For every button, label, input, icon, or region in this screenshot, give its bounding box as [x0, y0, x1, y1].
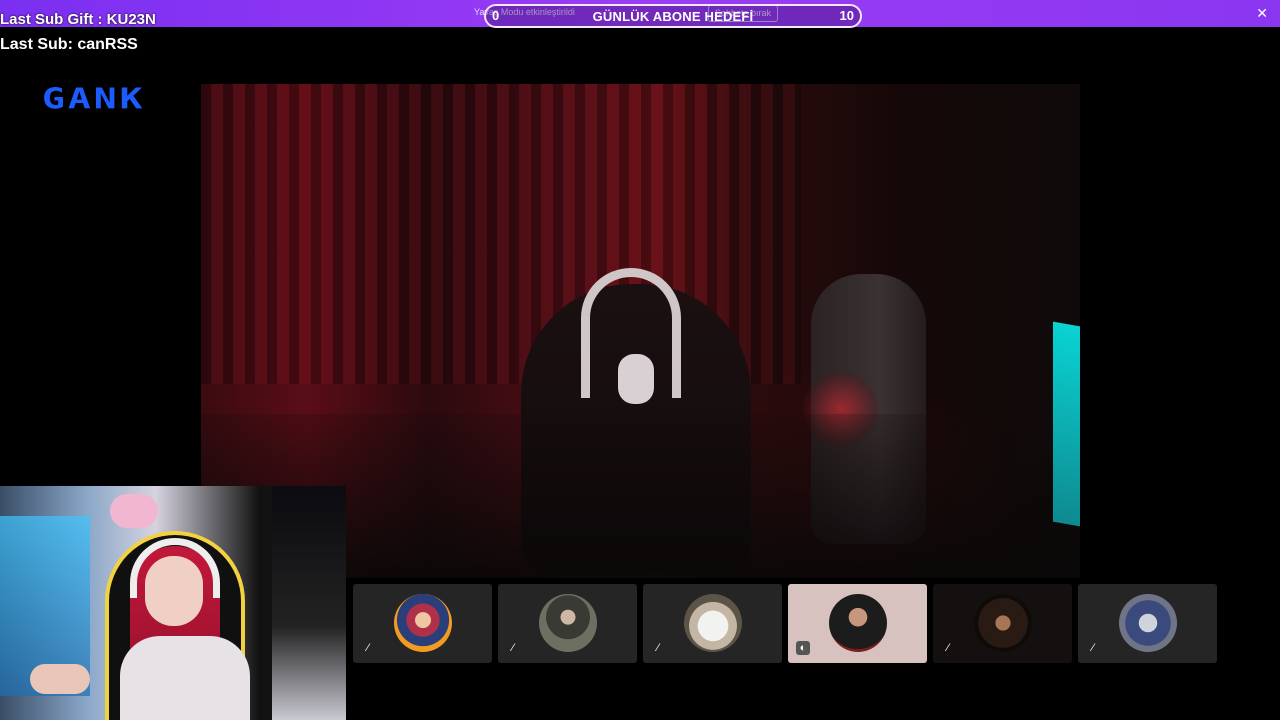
gank-logo: GANK	[42, 82, 146, 115]
participant-tile-1[interactable]: ⁄	[353, 584, 492, 663]
monitor-glow	[1053, 321, 1080, 527]
avatar-man-beard	[829, 594, 887, 652]
participant-tile-3[interactable]: ⁄	[643, 584, 782, 663]
avatar-dark	[974, 594, 1032, 652]
participant-tile-4[interactable]: ◐	[788, 584, 927, 663]
mic-muted-icon: ⁄	[367, 642, 369, 654]
avatar-man-suit	[539, 594, 597, 652]
sub-goal-bar: 0 GÜNLÜK ABONE HEDEFİ 10	[484, 4, 862, 28]
avatar-woman-fire	[394, 594, 452, 652]
mic-muted-icon: ⁄	[1092, 642, 1094, 654]
streamer-body	[120, 636, 250, 720]
sub-goal-title: GÜNLÜK ABONE HEDEFİ	[592, 9, 754, 24]
mic-muted-icon: ⁄	[657, 642, 659, 654]
close-icon[interactable]: ✕	[1256, 5, 1268, 22]
sub-goal-target: 10	[839, 8, 854, 23]
mic-muted-icon: ⁄	[512, 642, 514, 654]
avatar-blue-figure	[1119, 594, 1177, 652]
participant-tile-2[interactable]: ⁄	[498, 584, 637, 663]
mic-speaking-icon: ◐	[796, 641, 810, 655]
last-sub: Last Sub: canRSS	[0, 36, 138, 53]
participant-tile-6[interactable]: ⁄	[1078, 584, 1217, 663]
streamer-hand	[30, 664, 90, 694]
pc-case	[272, 486, 346, 720]
facecam-feed[interactable]	[0, 486, 346, 720]
mic-muted-icon: ⁄	[947, 642, 949, 654]
last-sub-gift: Last Sub Gift : KU23N	[0, 11, 156, 28]
headphone-cup	[618, 354, 654, 404]
plush-toy	[110, 494, 158, 528]
participant-tile-5[interactable]: ⁄	[933, 584, 1072, 663]
avatar-cat	[684, 594, 742, 652]
